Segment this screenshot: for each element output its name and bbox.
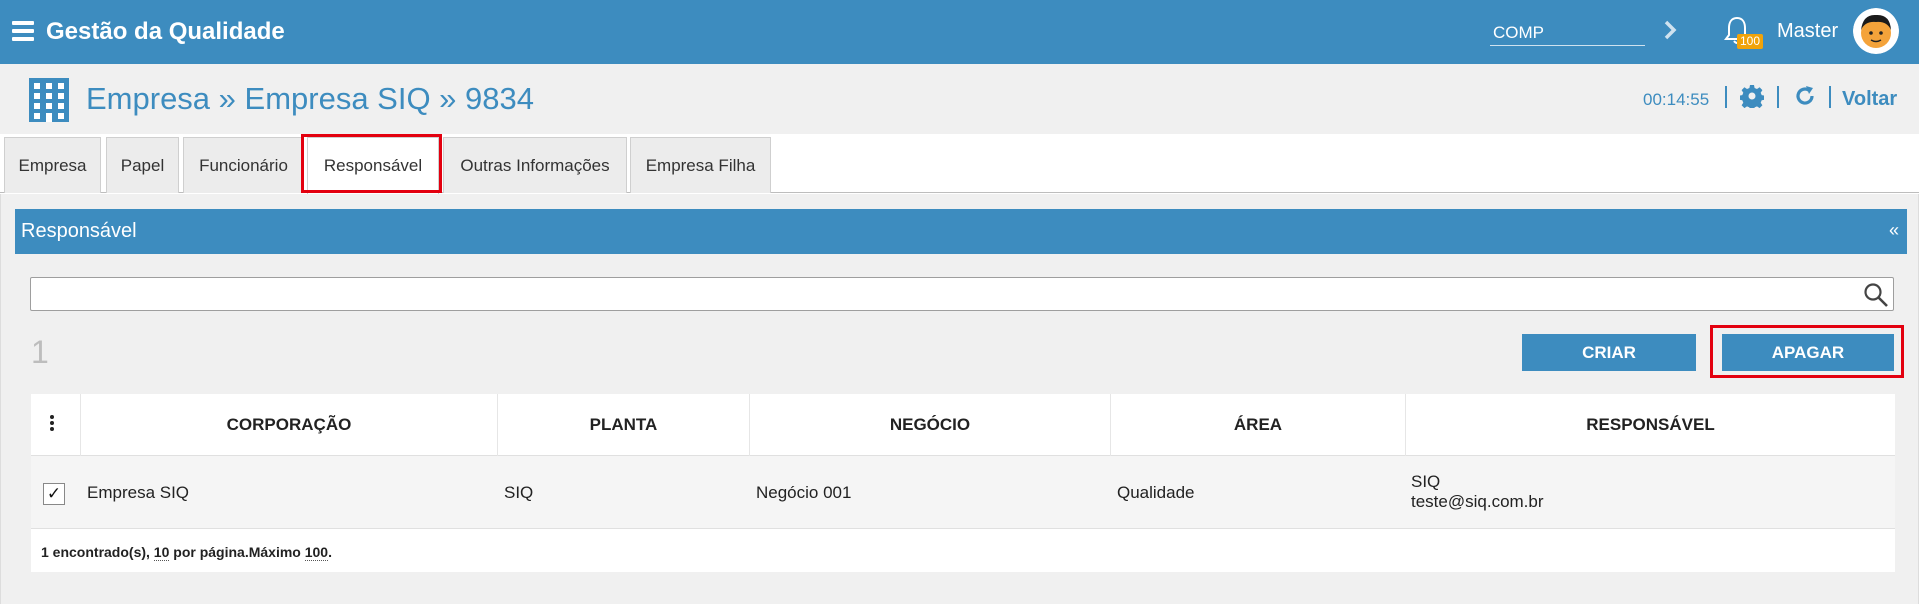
title-bar: Empresa » Empresa SIQ » 9834 00:14:55 Vo… <box>0 64 1919 134</box>
cell-responsavel: SIQ teste@siq.com.br <box>1411 472 1544 512</box>
session-timer: 00:14:55 <box>1643 90 1710 109</box>
tab-highlight-box <box>301 134 442 193</box>
tab-bar: Empresa Papel Funcionário Responsável Ou… <box>0 137 1919 194</box>
cell-corporacao: Empresa SIQ <box>87 482 190 502</box>
tab-outras-informacoes[interactable]: Outras Informações <box>443 137 627 193</box>
table-row[interactable]: ✓ Empresa SIQ SIQ Negócio 001 Qualidade … <box>31 456 1895 529</box>
per-page-selector[interactable]: 10 <box>153 544 170 561</box>
column-header-responsavel[interactable]: RESPONSÁVEL <box>1406 394 1895 456</box>
menu-icon[interactable] <box>12 21 34 41</box>
company-field[interactable] <box>1490 14 1645 46</box>
results-table: CORPORAÇÃO PLANTA NEGÓCIO ÁREA RESPONSÁV… <box>31 394 1895 572</box>
tab-papel[interactable]: Papel <box>106 137 179 193</box>
responsavel-email: teste@siq.com.br <box>1411 492 1544 511</box>
column-header-corporacao[interactable]: CORPORAÇÃO <box>81 394 498 456</box>
notification-badge: 100 <box>1737 34 1764 49</box>
create-button[interactable]: CRIAR <box>1522 334 1696 371</box>
max-selector[interactable]: 100 <box>304 544 329 561</box>
divider <box>1777 86 1779 108</box>
column-menu-cell <box>31 394 81 456</box>
divider <box>1829 86 1831 108</box>
button-highlight-box <box>1710 325 1904 378</box>
back-link[interactable]: Voltar <box>1842 88 1897 111</box>
top-bar: Gestão da Qualidade 100 Master <box>0 0 1919 64</box>
cell-negocio: Negócio 001 <box>756 482 852 502</box>
divider <box>1725 86 1727 108</box>
panel-header: Responsável « <box>15 209 1907 254</box>
tab-funcionario[interactable]: Funcionário <box>183 137 304 193</box>
summary-suffix: . <box>328 544 332 560</box>
gear-icon[interactable] <box>1740 84 1764 108</box>
kebab-icon[interactable] <box>49 414 55 432</box>
chevron-right-icon[interactable] <box>1660 18 1680 42</box>
table-header: CORPORAÇÃO PLANTA NEGÓCIO ÁREA RESPONSÁV… <box>31 394 1895 456</box>
row-checkbox[interactable]: ✓ <box>43 483 65 505</box>
record-count: 1 <box>31 334 49 370</box>
collapse-icon[interactable]: « <box>1889 220 1899 241</box>
app-title: Gestão da Qualidade <box>46 18 285 45</box>
building-icon <box>29 78 69 122</box>
tab-empresa[interactable]: Empresa <box>4 137 101 193</box>
column-header-negocio[interactable]: NEGÓCIO <box>750 394 1111 456</box>
user-name[interactable]: Master <box>1777 20 1838 43</box>
cell-area: Qualidade <box>1117 482 1195 502</box>
search-input[interactable] <box>31 278 1851 310</box>
panel-title: Responsável <box>21 220 137 242</box>
summary-found: 1 encontrado(s), <box>41 544 154 560</box>
page-title: Empresa » Empresa SIQ » 9834 <box>86 81 535 116</box>
column-header-planta[interactable]: PLANTA <box>498 394 750 456</box>
avatar[interactable] <box>1853 8 1899 54</box>
responsavel-name: SIQ <box>1411 472 1441 491</box>
summary-per-page: por página.Máximo <box>169 544 305 560</box>
refresh-icon[interactable] <box>1793 84 1817 108</box>
cell-planta: SIQ <box>504 482 534 502</box>
search-box <box>30 277 1894 311</box>
tab-empresa-filha[interactable]: Empresa Filha <box>630 137 771 193</box>
column-header-area[interactable]: ÁREA <box>1111 394 1406 456</box>
search-icon[interactable] <box>1863 282 1889 308</box>
pagination-summary: 1 encontrado(s), 10 por página.Máximo 10… <box>41 544 332 561</box>
